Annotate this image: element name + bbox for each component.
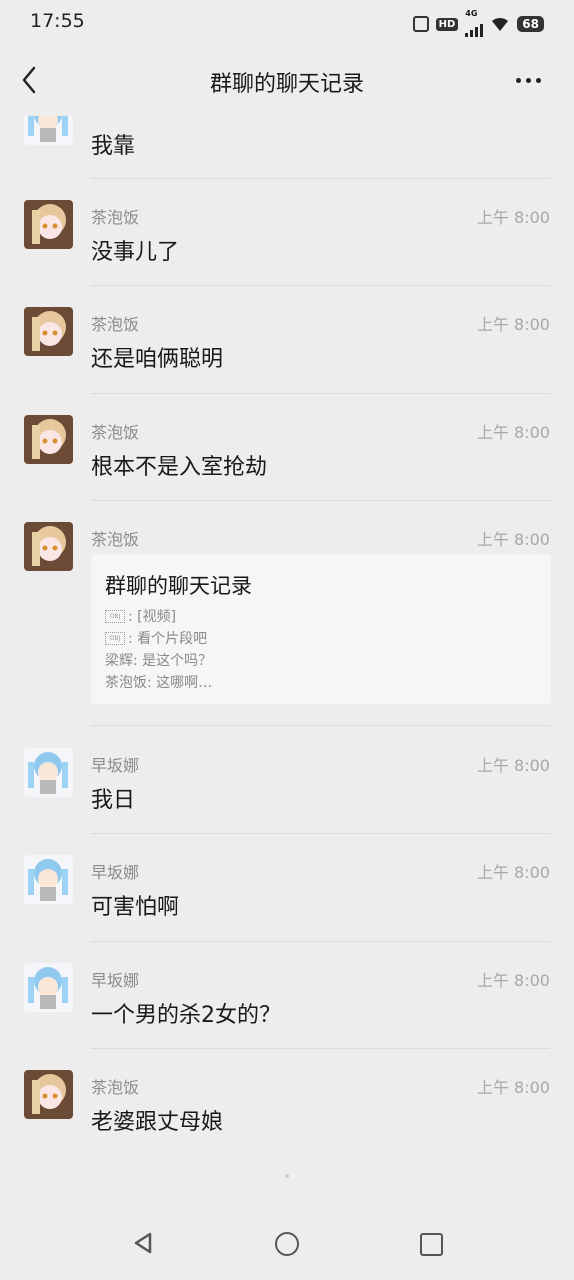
divider [91, 725, 550, 726]
sender-name: 茶泡饭 [91, 208, 140, 227]
divider [91, 285, 550, 286]
system-recents-icon[interactable] [420, 1233, 443, 1256]
message-time: 上午 8:00 [476, 971, 550, 990]
system-back-icon[interactable] [132, 1232, 154, 1254]
signal-icon: 4G [465, 9, 484, 37]
battery-indicator: 68 [517, 16, 544, 32]
blonde-avatar[interactable] [24, 307, 73, 356]
forwarded-line: OBJ: [视频] [105, 606, 176, 626]
blonde-avatar[interactable] [24, 522, 73, 571]
sender-name: 茶泡饭 [91, 530, 140, 549]
forwarded-line: 茶泡饭: 这哪啊… [105, 675, 213, 691]
divider [91, 941, 550, 942]
message-time: 上午 8:00 [476, 530, 550, 549]
forwarded-chat-card[interactable]: 群聊的聊天记录 OBJ: [视频] OBJ: 看个片段吧 梁辉: 是这个吗？ 茶… [91, 554, 551, 704]
obj-placeholder-icon: OBJ [105, 609, 125, 623]
message-time: 上午 8:00 [476, 1078, 550, 1097]
status-bar: 17:55 HD 4G 68 [0, 0, 574, 44]
message-time: 上午 8:00 [476, 863, 550, 882]
blue-hair-avatar[interactable] [24, 116, 73, 145]
divider [91, 1048, 550, 1049]
forwarded-card-title: 群聊的聊天记录 [105, 574, 252, 598]
message-text: 可害怕啊 [91, 895, 180, 920]
divider [91, 178, 550, 179]
sender-name: 茶泡饭 [91, 315, 140, 334]
sender-name: 早坂娜 [91, 863, 140, 882]
blue-hair-avatar[interactable] [24, 855, 73, 904]
wifi-icon [492, 17, 509, 31]
system-home-icon[interactable] [275, 1232, 299, 1256]
navigation-bar: 群聊的聊天记录 [0, 44, 574, 116]
vibrate-icon [412, 16, 429, 32]
message-time: 上午 8:00 [476, 756, 550, 775]
message-text: 根本不是入室抢劫 [91, 455, 268, 480]
scroll-indicator [285, 1174, 289, 1178]
obj-placeholder-icon: OBJ [105, 631, 125, 645]
message-text: 老婆跟丈母娘 [91, 1110, 224, 1135]
sender-name: 早坂娜 [91, 756, 140, 775]
forwarded-line: OBJ: 看个片段吧 [105, 628, 207, 648]
message-text: 我靠 [91, 134, 136, 159]
message-time: 上午 8:00 [476, 315, 550, 334]
blonde-avatar[interactable] [24, 200, 73, 249]
forwarded-line: 梁辉: 是这个吗？ [105, 653, 213, 669]
message-text: 一个男的杀2女的？ [91, 1003, 281, 1028]
sender-name: 早坂娜 [91, 971, 140, 990]
blonde-avatar[interactable] [24, 415, 73, 464]
message-text: 我日 [91, 788, 136, 813]
message-text: 没事儿了 [91, 240, 180, 265]
message-time: 上午 8:00 [476, 208, 550, 227]
divider [91, 393, 550, 394]
chat-history-list[interactable]: 我靠 茶泡饭 上午 8:00 没事儿了 茶泡饭 上午 8:00 还是咱俩聪明 茶… [0, 116, 574, 1196]
sender-name: 茶泡饭 [91, 423, 140, 442]
message-time: 上午 8:00 [476, 423, 550, 442]
divider [91, 833, 550, 834]
status-time: 17:55 [30, 10, 85, 32]
sender-name: 茶泡饭 [91, 1078, 140, 1097]
hd-icon: HD [435, 17, 459, 31]
more-options-icon[interactable] [516, 68, 550, 92]
page-title: 群聊的聊天记录 [209, 72, 364, 97]
status-icons: HD 4G 68 [412, 9, 544, 37]
divider [91, 500, 550, 501]
blonde-avatar[interactable] [24, 1070, 73, 1119]
blue-hair-avatar[interactable] [24, 748, 73, 797]
system-navigation-bar [0, 1196, 574, 1280]
blue-hair-avatar[interactable] [24, 963, 73, 1012]
network-label: 4G [465, 9, 478, 18]
message-text: 还是咱俩聪明 [91, 347, 224, 372]
